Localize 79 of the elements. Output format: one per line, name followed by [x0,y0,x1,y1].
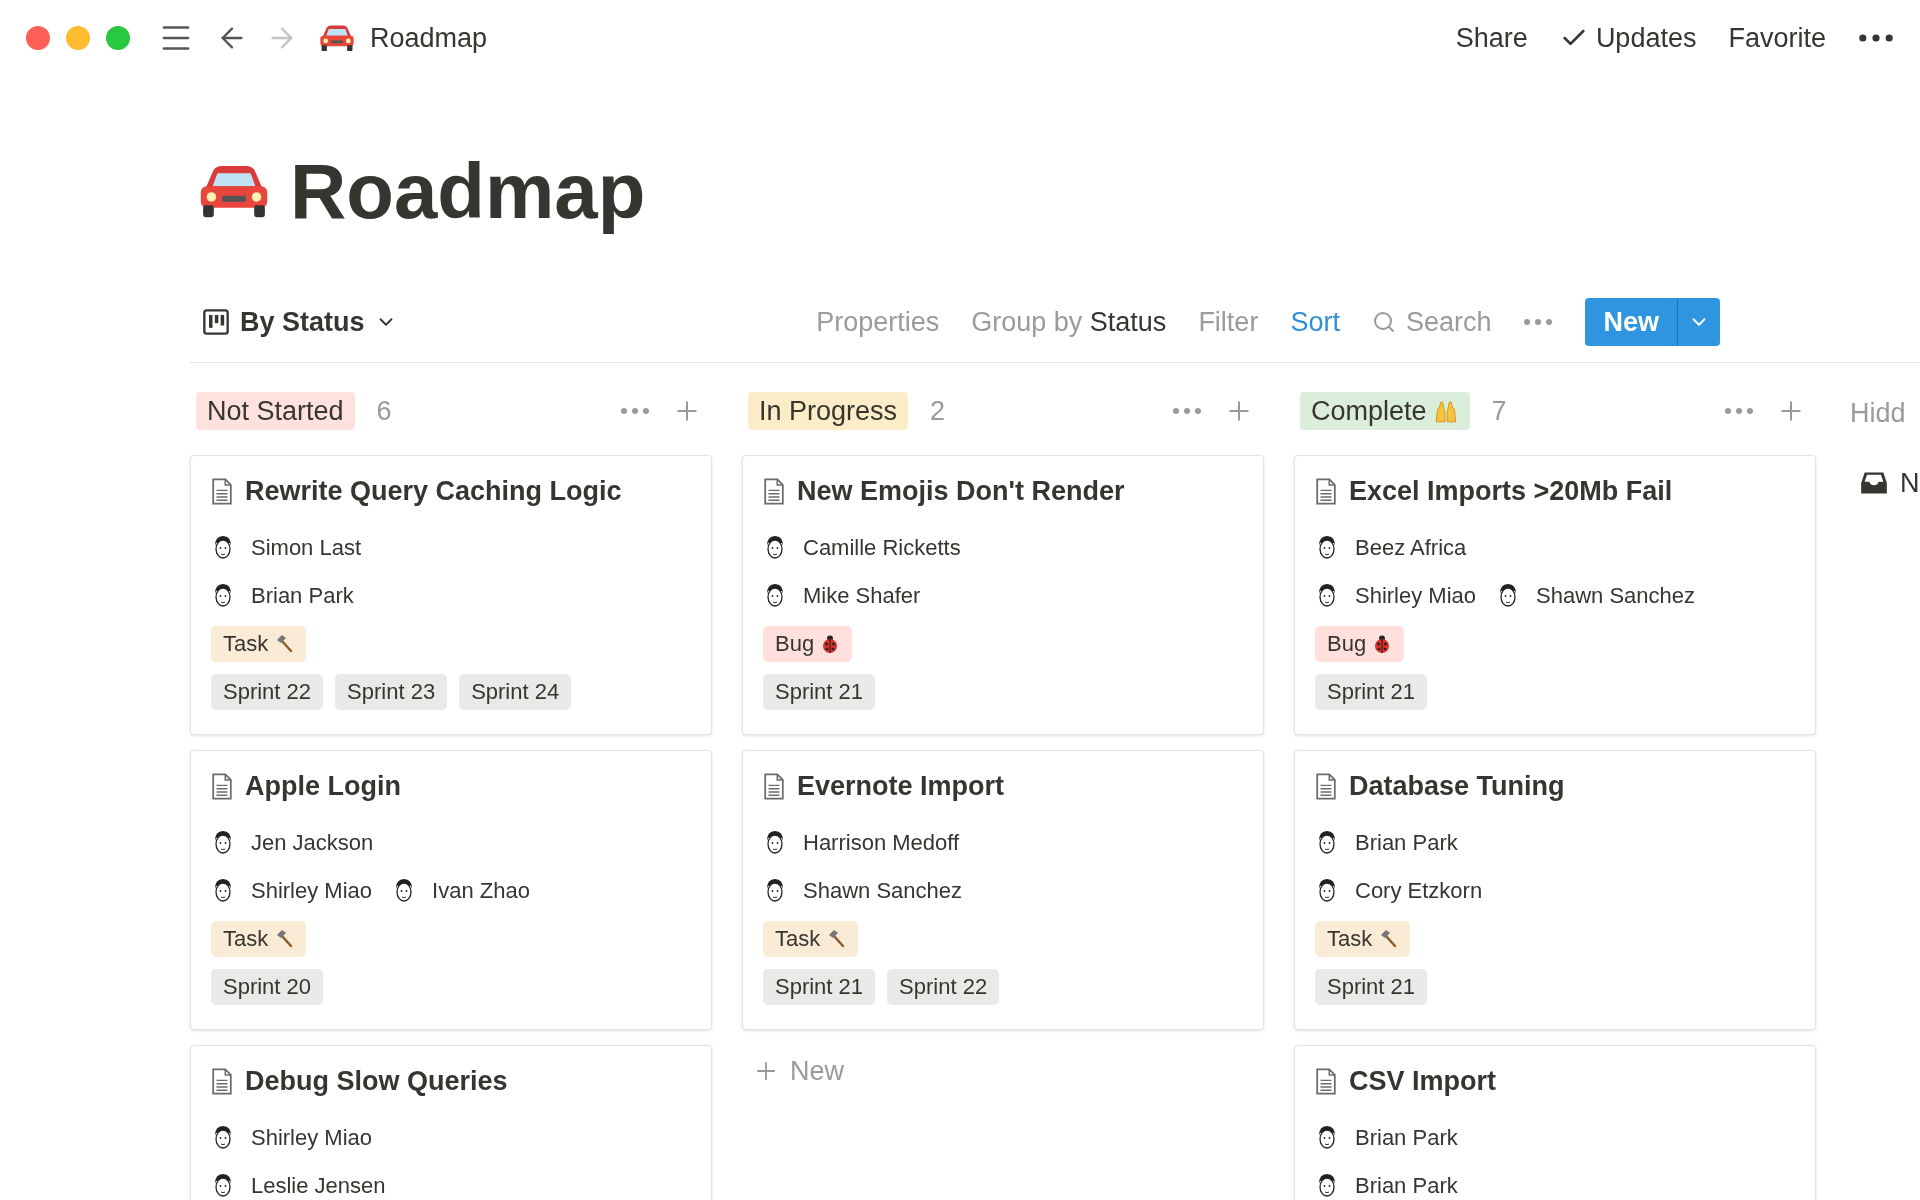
person-name: Leslie Jensen [251,1172,386,1200]
tag-label: Bug [775,630,815,658]
card-title: Rewrite Query Caching Logic [245,475,622,508]
page-icon [211,477,233,505]
page-icon [1315,477,1337,505]
minimize-window-button[interactable] [66,26,90,50]
person-name: Brian Park [1355,1172,1458,1200]
person-name: Brian Park [1355,829,1458,857]
person-name: Shirley Miao [251,1124,373,1152]
inbox-icon [1860,471,1888,496]
updates-button[interactable]: Updates [1559,17,1697,59]
card[interactable]: CSV Import Brian Park Brian Park [1294,1045,1816,1200]
page-icon [1315,772,1337,800]
close-window-button[interactable] [26,26,50,50]
person-name: Shawn Sanchez [1536,582,1696,610]
more-icon[interactable] [1858,33,1894,43]
sprint-tag: Sprint 23 [335,673,448,710]
sprint-tag: Sprint 22 [211,673,324,710]
card-title: Debug Slow Queries [245,1065,508,1098]
tag-label: Task [223,925,269,953]
card[interactable]: Apple Login Jen Jackson Shirley Miao Ivan Zhao Task Sprint 20 [190,750,712,1030]
card-title: CSV Import [1349,1065,1496,1098]
person-name: Simon Last [251,534,362,562]
page-icon [211,772,233,800]
car-icon [318,23,356,53]
person-name: Cory Etzkorn [1355,877,1483,905]
person-name: Shirley Miao [1355,582,1477,610]
card-count: 6 [376,394,392,428]
status-label: In Progress [748,392,909,430]
card[interactable]: Excel Imports >20Mb Fail Beez Africa Shirley Miao Shawn Sanchez Bug Sprint 21 [1294,455,1816,735]
sprint-tag: Sprint 21 [763,968,876,1005]
sprint-tag: Sprint 21 [1315,673,1428,710]
person-name: Harrison Medoff [803,829,960,857]
page-icon [1315,1067,1337,1095]
card-title: Excel Imports >20Mb Fail [1349,475,1673,508]
page-icon [763,477,785,505]
hidden-column-title: Hidd [1850,396,1907,430]
card-count: 2 [930,394,946,428]
topbar-action-button[interactable]: Share [1455,17,1528,59]
sprint-tag: Sprint 20 [211,968,324,1005]
search-icon [1371,310,1396,334]
tag-label: Bug [1327,630,1367,658]
person-name: Shawn Sanchez [803,877,962,905]
card-title: Apple Login [245,770,401,803]
tag-label: Task [1327,925,1373,953]
card-title: Evernote Import [797,770,1005,803]
card[interactable]: Rewrite Query Caching Logic Simon Last Brian Park Task Sprint 22 Sprint 23 Sprint 24 [190,455,712,735]
maximize-window-button[interactable] [106,26,130,50]
status-label: Not Started [196,392,355,430]
card-count: 7 [1491,394,1507,428]
sprint-tag: Sprint 24 [459,673,572,710]
group-by-button[interactable]: Group by Status [971,301,1167,343]
sprint-tag: Sprint 21 [763,673,876,710]
view-selector[interactable]: By Status [202,301,397,343]
person-name: Jen Jackson [251,829,374,857]
person-name: Brian Park [1355,1124,1458,1152]
page-icon [763,772,785,800]
person-name: Brian Park [251,582,354,610]
person-name: Shirley Miao [251,877,373,905]
card[interactable]: Debug Slow Queries Shirley Miao Leslie Jensen [190,1045,712,1200]
tag-label: Task [775,925,821,953]
person-name: Beez Africa [1355,534,1467,562]
sprint-tag: Sprint 21 [1315,968,1428,1005]
topbar-action-button[interactable]: Favorite [1728,17,1826,59]
sprint-tag: Sprint 22 [887,968,1000,1005]
card[interactable]: Evernote Import Harrison Medoff Shawn Sanchez Task Sprint 21 Sprint 22 [742,750,1264,1030]
card[interactable]: Database Tuning Brian Park Cory Etzkorn Task Sprint 21 [1294,750,1816,1030]
tag-label: Task [223,630,269,658]
hidden-item[interactable]: N [1900,463,1920,504]
card-title: Database Tuning [1349,770,1565,803]
board-icon [202,308,230,336]
person-name: Mike Shafer [803,582,921,610]
card[interactable]: New Emojis Don't Render Camille Ricketts Mike Shafer Bug Sprint 21 [742,455,1264,735]
page-icon [211,1067,233,1095]
breadcrumb-title[interactable]: Roadmap [370,17,488,59]
person-name: Ivan Zhao [432,877,530,905]
card-title: New Emojis Don't Render [797,475,1125,508]
person-name: Camille Ricketts [803,534,961,562]
status-label: Complete [1300,392,1470,430]
